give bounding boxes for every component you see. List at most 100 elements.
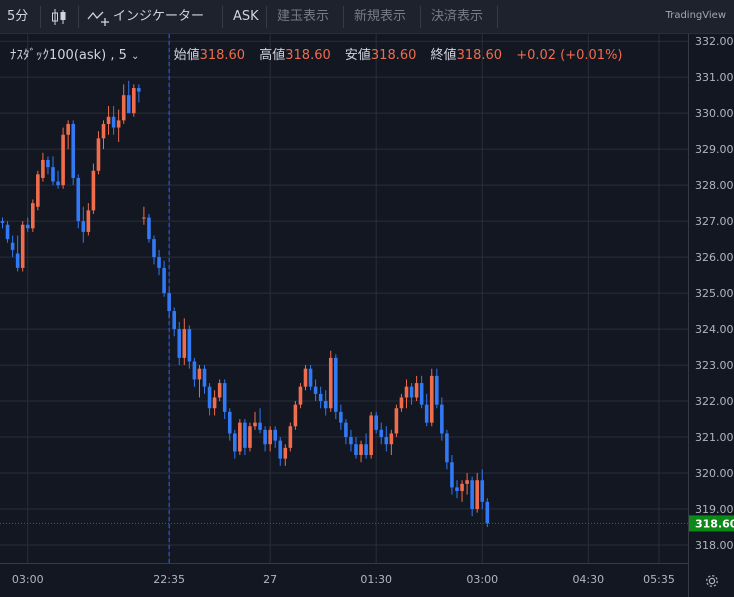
candle-body <box>238 422 242 452</box>
candle-body <box>172 311 176 330</box>
y-tick-label: 325.00 <box>695 287 734 300</box>
legend-low-value: 318.60 <box>370 48 417 63</box>
candle-body <box>116 120 121 128</box>
candle-body <box>328 357 333 409</box>
candle-body <box>485 501 490 524</box>
candle-body <box>424 404 429 423</box>
candle-body <box>5 224 10 240</box>
candle-body <box>384 437 389 445</box>
candle-body <box>187 329 192 362</box>
y-tick-label: 328.00 <box>695 179 734 192</box>
candle-body <box>399 397 404 409</box>
toolbar-separator <box>78 6 79 28</box>
legend-close-value: 318.60 <box>456 48 503 63</box>
candle-body <box>132 87 136 114</box>
x-tick-label: 04:30 <box>572 573 604 586</box>
candle-body <box>25 224 30 229</box>
candle-body <box>455 487 459 492</box>
candle-body <box>207 386 212 409</box>
candle-body <box>278 440 283 459</box>
ask-button[interactable]: ASK <box>233 0 259 33</box>
candle-body <box>298 386 303 405</box>
legend-symbol[interactable]: ﾅｽﾀﾞｯｸ100(ask) , 5 <box>10 48 127 63</box>
candle-body <box>394 408 399 434</box>
candle-body <box>10 242 15 250</box>
candle-body <box>222 383 227 412</box>
candle-body <box>359 444 363 456</box>
candle-body <box>192 361 197 380</box>
toolbar-separator <box>222 6 223 28</box>
candle-body <box>233 433 237 452</box>
position-display-button[interactable]: 建玉表示 <box>277 0 329 33</box>
x-tick-label: 01:30 <box>360 573 392 586</box>
candle-body <box>445 433 449 463</box>
y-tick-label: 319.00 <box>695 503 734 516</box>
y-tick-label: 320.00 <box>695 467 734 480</box>
candle-body <box>31 203 35 229</box>
candle-body <box>202 368 207 387</box>
candle-body <box>450 462 454 488</box>
candle-body <box>121 95 126 121</box>
candles-icon[interactable] <box>50 7 68 27</box>
candle-body <box>263 429 267 445</box>
candle-body <box>379 429 384 438</box>
settlement-display-button[interactable]: 決済表示 <box>431 0 483 33</box>
candle-body <box>106 116 111 124</box>
ohlc-legend: ﾅｽﾀﾞｯｸ100(ask) , 5 ⌄ 始値318.60 高値318.60 安… <box>10 44 623 63</box>
legend-open-label: 始値 <box>173 48 200 63</box>
y-tick-label: 318.00 <box>695 539 734 552</box>
x-tick-label: 03:00 <box>12 573 44 586</box>
candle-body <box>323 401 328 409</box>
candle-body <box>182 329 187 358</box>
candle-body <box>126 95 131 114</box>
y-tick-label: 327.00 <box>695 215 734 228</box>
legend-high-value: 318.60 <box>285 48 331 63</box>
tradingview-logo: TradingView <box>665 10 726 21</box>
gear-icon[interactable] <box>704 573 720 589</box>
candle-body <box>440 404 444 434</box>
last-price-label: 318.60 <box>695 517 734 530</box>
candle-body <box>101 123 106 139</box>
candle-body <box>36 174 40 207</box>
y-tick-label: 322.00 <box>695 395 734 408</box>
candle-body <box>20 224 25 268</box>
candle-body <box>475 480 479 510</box>
chevron-down-icon[interactable]: ⌄ <box>131 51 139 62</box>
y-tick-label: 332.00 <box>695 35 734 48</box>
legend-high-label: 高値 <box>259 48 286 63</box>
candle-body <box>293 404 298 427</box>
indicator-icon[interactable] <box>86 7 110 27</box>
candle-body <box>303 368 308 387</box>
x-tick-label: 27 <box>263 573 277 586</box>
candle-body <box>162 267 166 294</box>
candle-body <box>308 368 313 387</box>
candle-body <box>177 329 182 358</box>
y-tick-label: 330.00 <box>695 107 734 120</box>
indicator-button[interactable]: インジケーター <box>113 0 204 33</box>
candle-body <box>167 293 171 312</box>
new-order-display-button[interactable]: 新規表示 <box>354 0 406 33</box>
candle-body <box>147 217 151 240</box>
candle-body <box>111 116 116 128</box>
candle-body <box>91 170 96 211</box>
toolbar-separator <box>497 6 498 28</box>
x-tick-label: 03:00 <box>466 573 498 586</box>
candle-body <box>318 393 323 402</box>
legend-open-value: 318.60 <box>199 48 246 63</box>
interval-button[interactable]: 5分 <box>7 0 28 33</box>
y-tick-label: 323.00 <box>695 359 734 372</box>
candle-body <box>313 386 318 394</box>
candle-body <box>152 239 156 258</box>
candle-body <box>389 433 394 445</box>
candle-body <box>61 134 65 186</box>
candle-body <box>435 375 439 405</box>
candle-body <box>349 437 353 445</box>
candle-body <box>480 480 485 502</box>
toolbar-separator <box>40 6 41 28</box>
candle-body <box>369 415 373 456</box>
candle-body <box>248 426 252 448</box>
candlestick-chart[interactable]: 332.00 331.00 330.00 329.00 328.00 327.00 326.… <box>0 34 734 597</box>
toolbar-separator <box>343 6 344 28</box>
y-tick-label: 326.00 <box>695 251 734 264</box>
legend-low-label: 安値 <box>344 48 371 63</box>
